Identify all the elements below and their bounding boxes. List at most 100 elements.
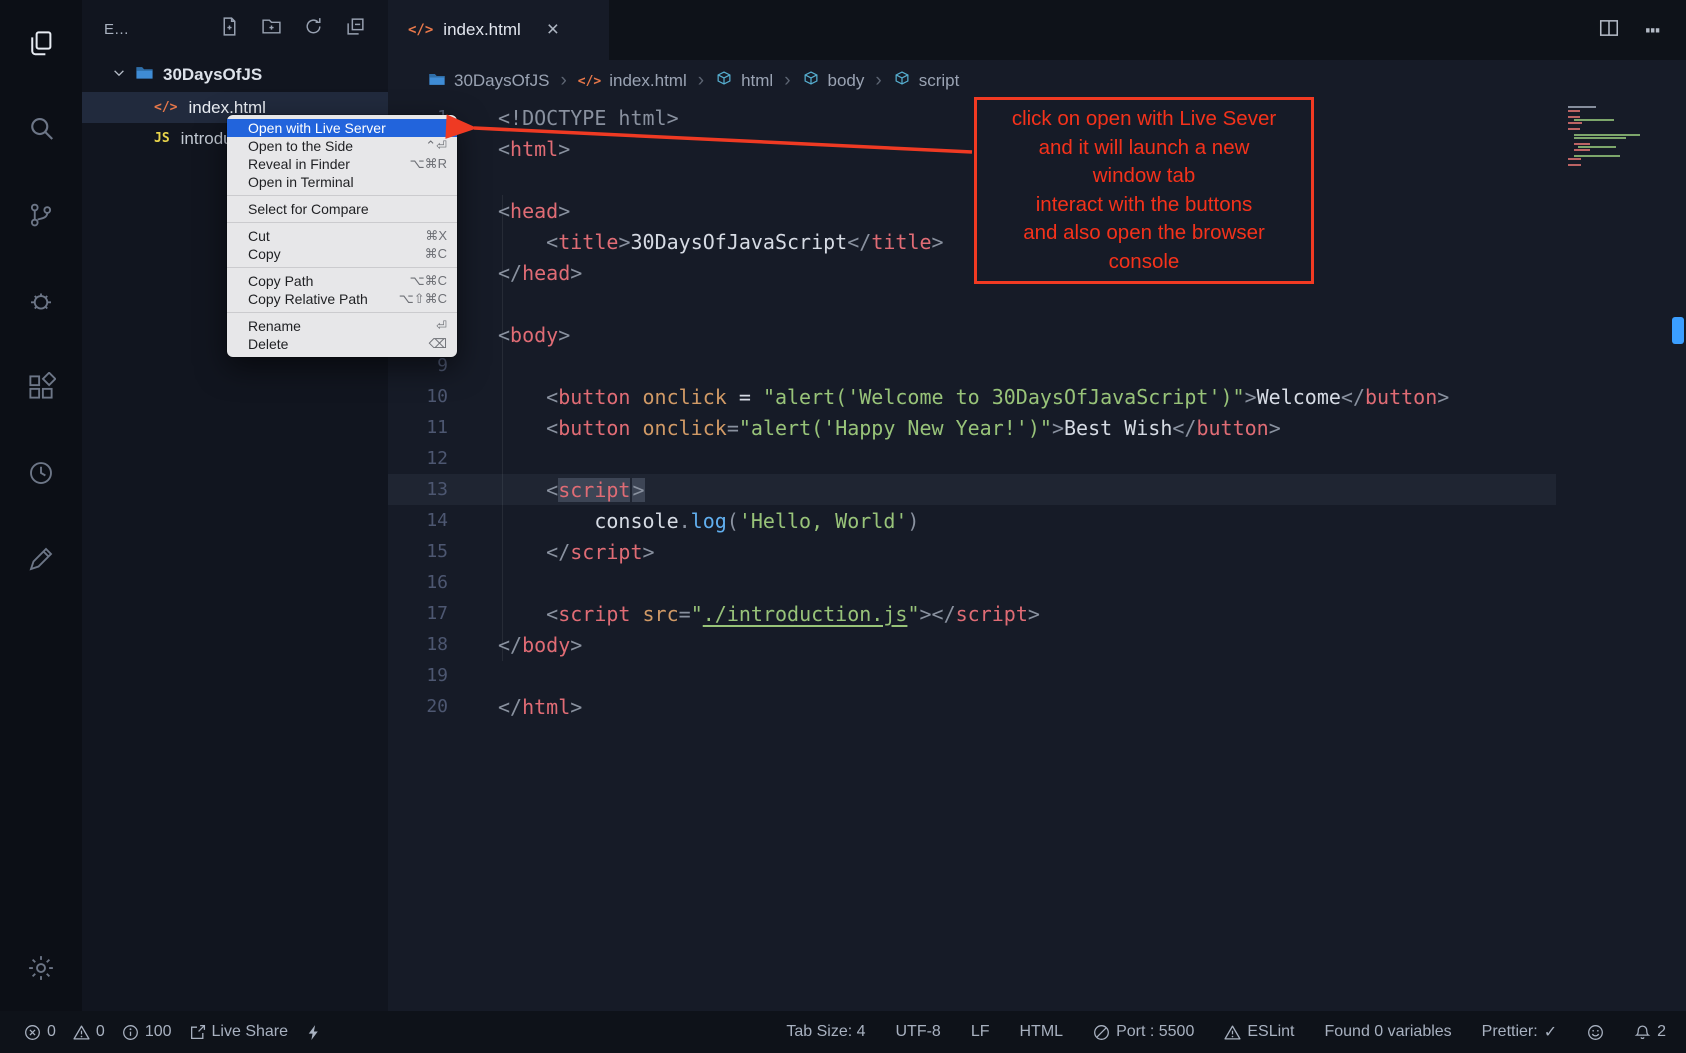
menu-item-label: Copy Path xyxy=(248,273,313,289)
breadcrumb-item-body[interactable]: body xyxy=(802,70,865,93)
code-line[interactable]: 15 </script> xyxy=(388,536,1556,567)
status-item-tab-size-4[interactable]: Tab Size: 4 xyxy=(786,1023,865,1041)
code-line[interactable]: 7 xyxy=(388,288,1556,319)
code-line[interactable]: 13 <script> xyxy=(388,474,1556,505)
menu-item-open-with-live-server[interactable]: Open with Live Server xyxy=(227,119,457,137)
breadcrumb-label: body xyxy=(828,71,865,91)
code-line[interactable]: 20</html> xyxy=(388,691,1556,722)
code-line[interactable]: 4<head> xyxy=(388,195,1556,226)
run-debug-icon[interactable] xyxy=(0,258,82,344)
line-number: 13 xyxy=(388,479,448,500)
breadcrumb-label: script xyxy=(919,71,960,91)
status-item-eslint[interactable]: ESLint xyxy=(1224,1023,1294,1041)
breadcrumb-item-index-html[interactable]: </>index.html xyxy=(578,71,687,91)
new-folder-icon[interactable] xyxy=(261,16,282,42)
code-text: <script> xyxy=(498,478,645,502)
lightning-icon xyxy=(305,1024,322,1041)
code-line[interactable]: 17 <script src="./introduction.js"></scr… xyxy=(388,598,1556,629)
menu-item-rename[interactable]: Rename⏎ xyxy=(227,317,457,335)
split-editor-icon[interactable] xyxy=(1598,17,1620,44)
code-line[interactable]: 12 xyxy=(388,443,1556,474)
folder-row-30daysofjs[interactable]: 30DaysOfJS xyxy=(82,58,388,92)
status-item-lightning[interactable] xyxy=(305,1024,322,1041)
more-actions-icon[interactable]: ⋯ xyxy=(1646,16,1662,44)
status-item-0[interactable]: 0 xyxy=(73,1023,105,1041)
folder-icon xyxy=(135,63,154,87)
status-item-live-share[interactable]: Live Share xyxy=(189,1023,289,1041)
status-item-lf[interactable]: LF xyxy=(971,1023,990,1041)
search-icon[interactable] xyxy=(0,86,82,172)
menu-item-label: Open in Terminal xyxy=(248,174,354,190)
status-item-html[interactable]: HTML xyxy=(1020,1023,1064,1041)
code-line[interactable]: 5 <title>30DaysOfJavaScript</title> xyxy=(388,226,1556,257)
code-text: console.log('Hello, World') xyxy=(498,509,919,533)
status-item-found-0-variables[interactable]: Found 0 variables xyxy=(1324,1023,1451,1041)
code-line[interactable]: 3 xyxy=(388,164,1556,195)
explorer-icon[interactable] xyxy=(0,0,82,86)
error-icon xyxy=(24,1024,41,1041)
code-line[interactable]: 14 console.log('Hello, World') xyxy=(388,505,1556,536)
status-item-prettier[interactable]: Prettier:✓ xyxy=(1482,1022,1557,1042)
menu-item-shortcut: ⌥⇧⌘C xyxy=(399,291,447,307)
html-file-icon: </> xyxy=(154,100,177,115)
breadcrumb-item-30daysofjs[interactable]: 30DaysOfJS xyxy=(428,70,549,93)
breadcrumb-item-script[interactable]: script xyxy=(893,70,960,93)
menu-item-copy-path[interactable]: Copy Path⌥⌘C xyxy=(227,272,457,290)
status-item-100[interactable]: 100 xyxy=(122,1023,172,1041)
tab-index-html[interactable]: </> index.html × xyxy=(388,0,609,60)
settings-icon[interactable] xyxy=(0,925,82,1011)
status-item-port-5500[interactable]: Port : 5500 xyxy=(1093,1023,1194,1041)
new-file-icon[interactable] xyxy=(219,16,240,42)
menu-separator xyxy=(227,312,457,313)
code-line[interactable]: 18</body> xyxy=(388,629,1556,660)
history-icon[interactable] xyxy=(0,430,82,516)
menu-item-open-to-the-side[interactable]: Open to the Side⌃⏎ xyxy=(227,137,457,155)
source-control-icon[interactable] xyxy=(0,172,82,258)
menu-item-label: Cut xyxy=(248,228,270,244)
code-text: <button onclick = "alert('Welcome to 30D… xyxy=(498,385,1449,409)
code-line[interactable]: 8<body> xyxy=(388,319,1556,350)
code-line[interactable]: 1<!DOCTYPE html> xyxy=(388,102,1556,133)
collapse-all-icon[interactable] xyxy=(345,16,366,42)
code-line[interactable]: 16 xyxy=(388,567,1556,598)
breadcrumb-item-html[interactable]: html xyxy=(715,70,773,93)
menu-item-copy-relative-path[interactable]: Copy Relative Path⌥⇧⌘C xyxy=(227,290,457,308)
status-item-smiley[interactable] xyxy=(1587,1024,1604,1041)
menu-item-delete[interactable]: Delete⌫ xyxy=(227,335,457,353)
breadcrumb-label: html xyxy=(741,71,773,91)
close-icon[interactable]: × xyxy=(547,18,559,42)
annotation-line: and it will launch a new xyxy=(981,134,1307,163)
code-line[interactable]: 6</head> xyxy=(388,257,1556,288)
chevron-right-icon: › xyxy=(560,70,566,92)
code-content[interactable]: 1<!DOCTYPE html>2<html>34<head>5 <title>… xyxy=(388,102,1556,722)
refresh-icon[interactable] xyxy=(303,16,324,42)
chevron-right-icon: › xyxy=(875,70,881,92)
feedback-icon[interactable] xyxy=(0,516,82,602)
menu-item-reveal-in-finder[interactable]: Reveal in Finder⌥⌘R xyxy=(227,155,457,173)
code-text: <title>30DaysOfJavaScript</title> xyxy=(498,230,944,254)
menu-item-shortcut: ⌃⏎ xyxy=(425,138,447,154)
status-item-0[interactable]: 0 xyxy=(24,1023,56,1041)
menu-item-copy[interactable]: Copy⌘C xyxy=(227,245,457,263)
menu-item-shortcut: ⌫ xyxy=(429,336,447,352)
menu-item-label: Rename xyxy=(248,318,301,334)
info-icon xyxy=(122,1024,139,1041)
code-line[interactable]: 19 xyxy=(388,660,1556,691)
editor-actions: ⋯ xyxy=(1598,0,1686,60)
code-text: <body> xyxy=(498,323,570,347)
status-item-2[interactable]: 2 xyxy=(1634,1023,1666,1041)
code-line[interactable]: 10 <button onclick = "alert('Welcome to … xyxy=(388,381,1556,412)
menu-item-select-for-compare[interactable]: Select for Compare xyxy=(227,200,457,218)
code-text: <script src="./introduction.js"></script… xyxy=(498,602,1040,626)
annotation-line: interact with the buttons xyxy=(981,191,1307,220)
menu-item-open-in-terminal[interactable]: Open in Terminal xyxy=(227,173,457,191)
code-line[interactable]: 2<html> xyxy=(388,133,1556,164)
minimap[interactable] xyxy=(1568,104,1668,181)
menu-item-cut[interactable]: Cut⌘X xyxy=(227,227,457,245)
extensions-icon[interactable] xyxy=(0,344,82,430)
status-item-utf-8[interactable]: UTF-8 xyxy=(896,1023,941,1041)
code-line[interactable]: 9 xyxy=(388,350,1556,381)
html-file-icon: </> xyxy=(408,22,433,38)
code-line[interactable]: 11 <button onclick="alert('Happy New Yea… xyxy=(388,412,1556,443)
status-text: Found 0 variables xyxy=(1324,1023,1451,1041)
